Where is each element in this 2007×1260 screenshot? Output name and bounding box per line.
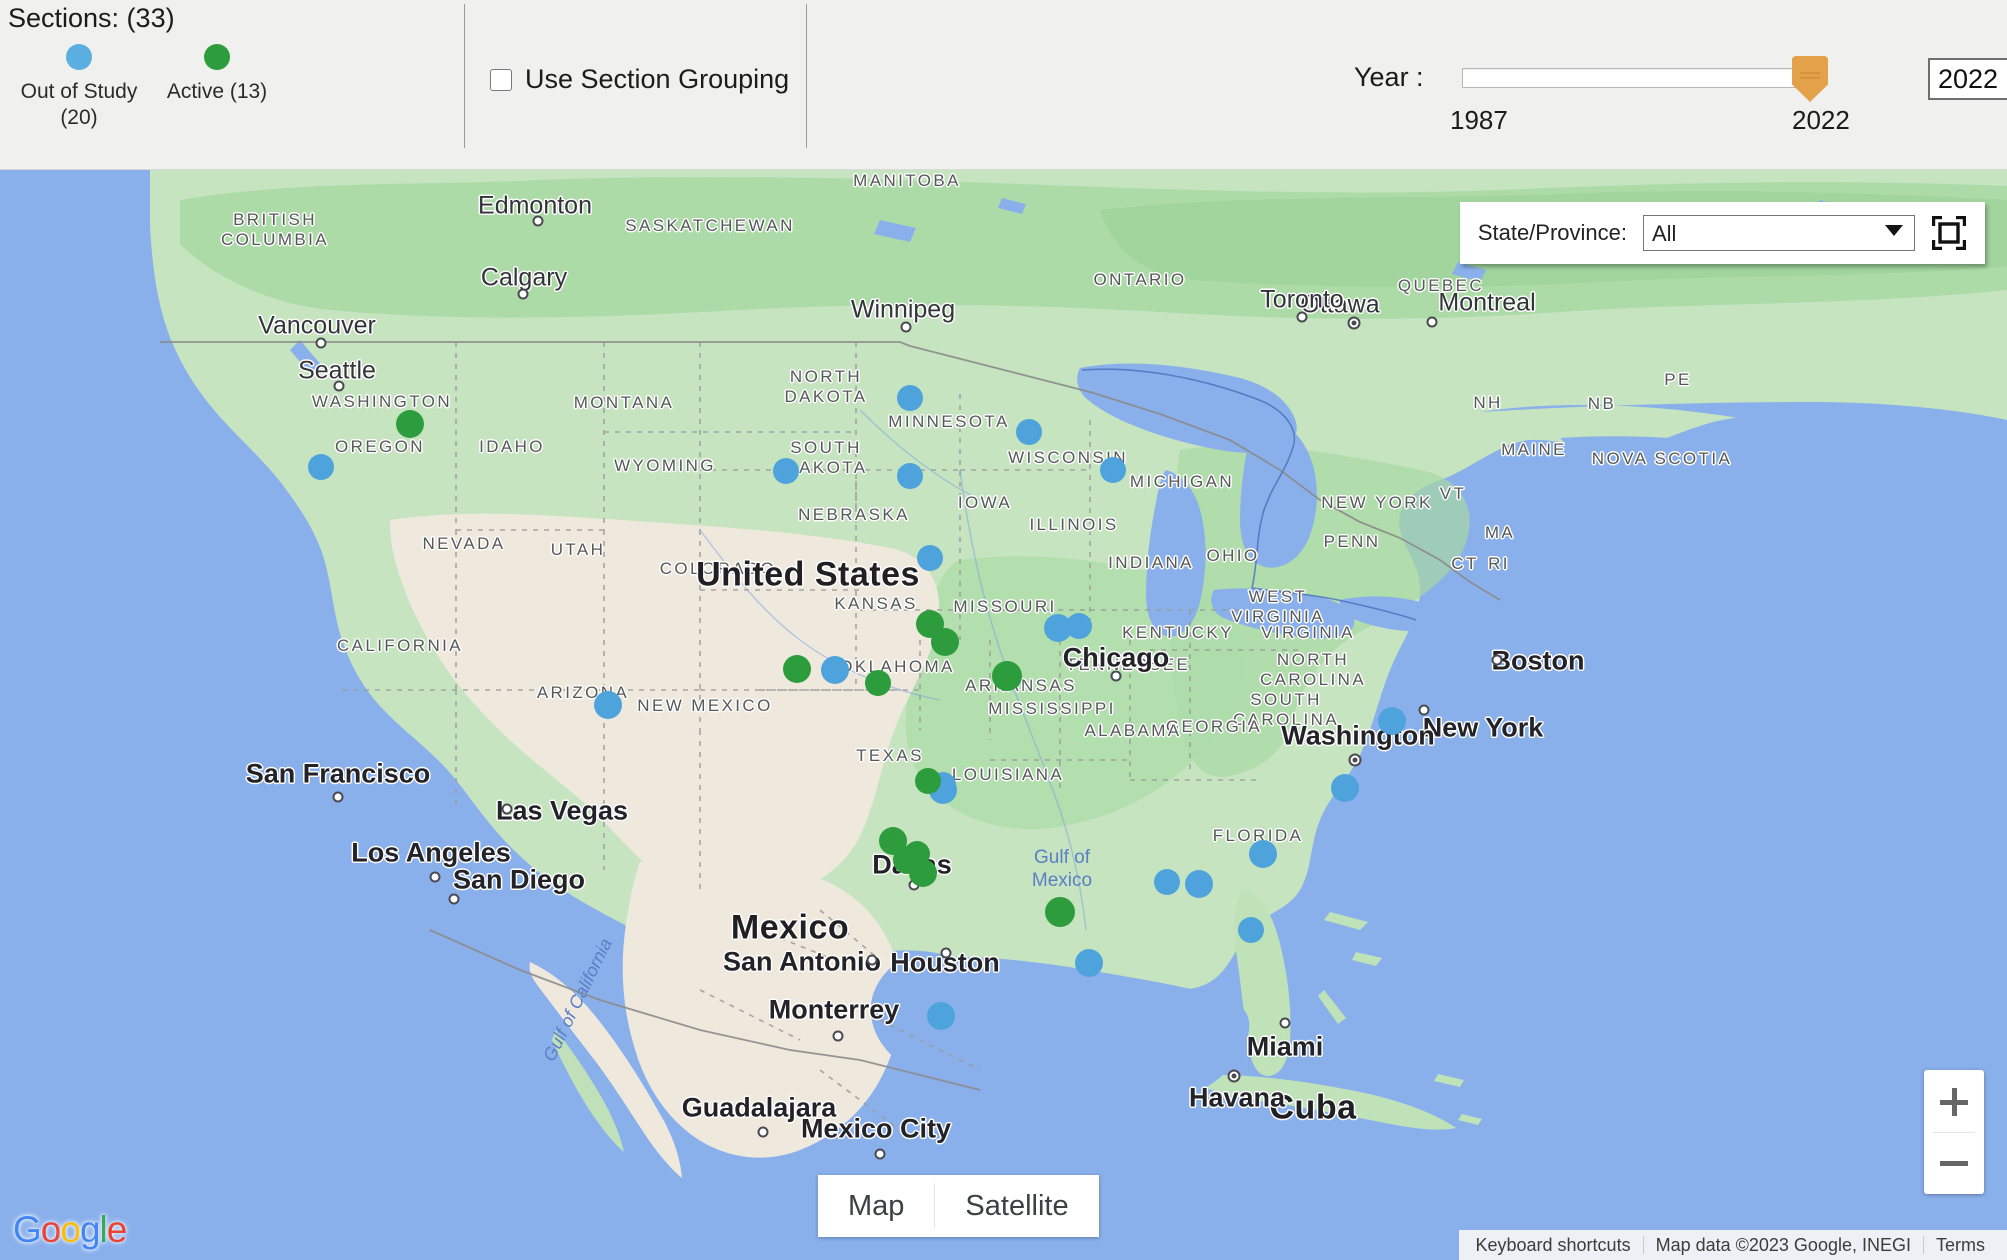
year-slider-track[interactable]: [1462, 68, 1818, 88]
use-section-grouping-row[interactable]: Use Section Grouping: [490, 64, 789, 95]
year-slider-handle[interactable]: [1792, 56, 1828, 102]
google-map[interactable]: BRITISH COLUMBIA SASKATCHEWAN MANITOBA ONTAR…: [0, 170, 2007, 1260]
map-marker-5[interactable]: [773, 458, 799, 484]
year-max-tick-label: 2022: [1792, 105, 1850, 135]
map-dashboard: Sections: (33) Out of Study (20) Active …: [0, 0, 2007, 1260]
year-label: Year :: [1354, 62, 1424, 92]
map-marker-layer[interactable]: [0, 170, 2007, 1260]
keyboard-shortcuts-link[interactable]: Keyboard shortcuts: [1463, 1235, 1642, 1256]
state-province-panel: State/Province: All: [1459, 202, 1985, 264]
map-marker-8[interactable]: [917, 545, 943, 571]
plus-icon-vertical: [1951, 1088, 1957, 1116]
map-marker-10[interactable]: [1066, 613, 1092, 639]
year-min-tick-label: 1987: [1450, 105, 1508, 135]
terms-link[interactable]: Terms: [1924, 1235, 1997, 1256]
toolbar-divider-2: [806, 4, 807, 148]
map-marker-27[interactable]: [992, 661, 1022, 691]
map-marker-11[interactable]: [1378, 707, 1406, 735]
sections-legend: Sections: (33) Out of Study (20) Active …: [0, 0, 450, 170]
year-slider[interactable]: [1462, 56, 1828, 120]
map-marker-26[interactable]: [931, 628, 959, 656]
zoom-in-button[interactable]: [1924, 1070, 1984, 1132]
state-province-label: State/Province:: [1477, 220, 1627, 245]
legend-label-active: Active (13): [166, 80, 268, 103]
map-data-attribution: Map data ©2023 Google, INEGI: [1655, 1234, 1911, 1255]
use-section-grouping-checkbox[interactable]: [490, 68, 512, 91]
legend-item-active[interactable]: Active (13): [152, 44, 282, 105]
map-type-button-map[interactable]: Map: [818, 1175, 935, 1237]
map-marker-1[interactable]: [396, 410, 424, 438]
zoom-out-button[interactable]: [1924, 1132, 1984, 1194]
map-marker-22[interactable]: [927, 1002, 955, 1030]
state-province-select[interactable]: All: [1643, 215, 1915, 251]
map-marker-12[interactable]: [1331, 774, 1359, 802]
map-marker-2[interactable]: [308, 454, 334, 480]
map-marker-23[interactable]: [915, 768, 941, 794]
use-section-grouping-label: Use Section Grouping: [525, 64, 790, 94]
map-marker-21[interactable]: [594, 691, 622, 719]
year-value-input[interactable]: [1928, 58, 2007, 100]
map-marker-32[interactable]: [865, 670, 891, 696]
map-type-switch: Map Satellite: [818, 1175, 1099, 1237]
state-province-select-wrap[interactable]: All: [1643, 215, 1915, 251]
year-filter-block: Year : 1987 2022: [1340, 0, 2007, 170]
map-marker-24[interactable]: [783, 655, 811, 683]
map-type-button-satellite[interactable]: Satellite: [935, 1175, 1099, 1237]
map-attribution-bar: Keyboard shortcuts Map data ©2023 Google…: [1459, 1230, 2007, 1260]
minus-icon: [1940, 1161, 1968, 1166]
map-marker-3[interactable]: [897, 385, 923, 411]
fullscreen-expand-icon[interactable]: [1931, 215, 1967, 251]
circle-marker-icon-active: [204, 44, 230, 70]
map-marker-15[interactable]: [1238, 917, 1264, 943]
sections-count-label: Sections: (33): [8, 3, 175, 33]
map-marker-16[interactable]: [1154, 869, 1180, 895]
map-marker-33[interactable]: [904, 841, 930, 867]
map-marker-4[interactable]: [1016, 419, 1042, 445]
toolbar-divider-1: [464, 4, 465, 148]
legend-item-out-of-study[interactable]: Out of Study (20): [14, 44, 144, 131]
map-marker-6[interactable]: [897, 463, 923, 489]
map-marker-14[interactable]: [1185, 870, 1213, 898]
map-marker-17[interactable]: [1075, 949, 1103, 977]
map-zoom-controls: [1924, 1070, 1984, 1194]
section-grouping-block: Use Section Grouping: [490, 0, 790, 170]
handle-grip-line-2: [1800, 77, 1820, 79]
circle-marker-icon-out-of-study: [66, 44, 92, 70]
legend-label-out-of-study: Out of Study (20): [20, 80, 138, 129]
top-toolbar: Sections: (33) Out of Study (20) Active …: [0, 0, 2007, 170]
map-marker-19[interactable]: [821, 656, 849, 684]
handle-grip-line-1: [1800, 72, 1820, 74]
map-marker-13[interactable]: [1249, 840, 1277, 868]
map-marker-31[interactable]: [1045, 897, 1075, 927]
map-marker-7[interactable]: [1100, 457, 1126, 483]
